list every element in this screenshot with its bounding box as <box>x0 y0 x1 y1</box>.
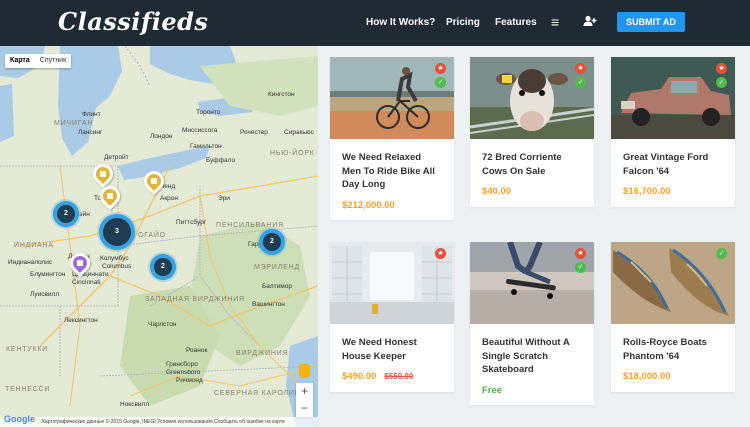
map-city-label: Сиракьюс <box>284 129 314 136</box>
map-city-label: Миссиссога <box>182 127 218 134</box>
listing-title[interactable]: We Need Relaxed Men To Ride Bike All Day… <box>330 151 454 192</box>
map-city-label: Гринсборо <box>166 361 198 368</box>
listing-card[interactable]: ★ ✓ We Need Relaxed Men To Ride Bike All… <box>330 57 454 220</box>
listing-price: Free <box>482 384 503 396</box>
map-city-label: Рочестер <box>240 129 268 136</box>
listing-image-skateboard[interactable]: ★ ✓ <box>470 242 594 324</box>
map-region-label: ПЕНСИЛЬВАНИЯ <box>216 222 284 229</box>
map-city-label: Лондон <box>150 133 173 140</box>
map-city-label: Columbus <box>102 263 132 270</box>
featured-star-icon: ★ <box>435 248 446 259</box>
listing-card[interactable]: ✓ Rolls-Royce Boats Phantom '64 $18,000.… <box>611 242 735 392</box>
map-city-label: Ричмонд <box>176 377 203 384</box>
map-region-label: МИЧИГАН <box>54 120 94 127</box>
map-region-label: МЭРИЛЕНД <box>254 264 301 271</box>
map-city-label: Колумбус <box>100 255 129 262</box>
map-city-label: Лансинг <box>78 129 103 136</box>
map-region-label: ИНДИАНА <box>14 242 54 249</box>
zoom-in-button[interactable]: + <box>296 383 313 400</box>
listing-image-boats[interactable]: ✓ <box>611 242 735 324</box>
listing-image-cow[interactable]: ★ ✓ <box>470 57 594 139</box>
map-city-label: Чарлстон <box>148 321 177 328</box>
map-city-label: Вашингтон <box>252 301 285 308</box>
original-price: $550.00 <box>384 372 414 381</box>
listings-map[interactable]: Карта Спутник МИЧИГАН ИНДИАНА ОГАЙО ПЕНС… <box>0 46 318 427</box>
hamburger-icon[interactable]: ≡ <box>551 14 559 30</box>
map-city-label: Балтимор <box>262 283 292 290</box>
map-city-label: Флинт <box>82 111 101 118</box>
map-region-label: ВИРДЖИНИЯ <box>236 350 289 357</box>
featured-star-icon: ★ <box>716 63 727 74</box>
map-city-label: Гамильтон <box>190 143 222 150</box>
add-user-icon[interactable] <box>583 14 597 30</box>
verified-check-icon: ✓ <box>716 248 727 259</box>
map-city-label: Акрон <box>160 195 178 202</box>
verified-check-icon: ✓ <box>575 77 586 88</box>
listing-image-cyclist[interactable]: ★ ✓ <box>330 57 454 139</box>
zoom-out-button[interactable]: − <box>296 400 313 417</box>
nav-features[interactable]: Features <box>495 17 537 28</box>
map-city-label: Greensboro <box>166 369 201 376</box>
map-cluster-marker[interactable]: 3 <box>99 214 135 250</box>
featured-star-icon: ★ <box>435 63 446 74</box>
map-city-label: Лексингтон <box>64 317 98 324</box>
current-price: $490.00 <box>342 371 377 382</box>
map-region-label: ОГАЙО <box>138 232 166 239</box>
map-region-label: ЗАПАДНАЯ ВИРДЖИНИЯ <box>145 296 245 303</box>
listing-price: $18,000.00 <box>623 371 671 382</box>
site-logo[interactable]: Classifieds <box>58 7 208 36</box>
map-region-label: НЬЮ-ЙОРК <box>270 150 315 157</box>
google-logo: Google <box>4 414 35 424</box>
map-city-label: Cincinnati <box>72 279 101 286</box>
map-city-label: Буффало <box>206 157 236 164</box>
street-view-pegman-icon[interactable] <box>299 364 310 378</box>
map-type-map-tab[interactable]: Карта <box>5 54 35 68</box>
listing-title[interactable]: Great Vintage Ford Falcon '64 <box>611 151 735 178</box>
verified-check-icon: ✓ <box>435 77 446 88</box>
map-city-label: Индианаполис <box>8 259 53 266</box>
listing-card[interactable]: ★ We Need Honest House Keeper $490.00 $55… <box>330 242 454 392</box>
listing-price: $212,000.00 <box>342 199 395 211</box>
listing-image-old-truck[interactable]: ★ ✓ <box>611 57 735 139</box>
map-city-label: Луисвилл <box>30 291 60 298</box>
map-city-label: Торонто <box>196 109 221 116</box>
listing-card[interactable]: ★ ✓ Beautiful Without A Single Scratch S… <box>470 242 594 405</box>
map-region-label: КЕНТУККИ <box>6 346 49 353</box>
verified-check-icon: ✓ <box>716 77 727 88</box>
listing-card[interactable]: ★ ✓ Great Vintage Ford Falcon '64 $16,70… <box>611 57 735 207</box>
map-type-control: Карта Спутник <box>5 54 72 68</box>
map-type-satellite-tab[interactable]: Спутник <box>35 54 71 68</box>
nav-pricing[interactable]: Pricing <box>446 17 480 28</box>
nav-how-it-works[interactable]: How It Works? <box>366 17 435 28</box>
map-city-label: Блумингтон <box>30 271 66 278</box>
map-cluster-marker[interactable]: 2 <box>53 201 79 227</box>
listing-title[interactable]: We Need Honest House Keeper <box>330 336 454 363</box>
listing-price: $40.00 <box>482 186 512 197</box>
map-city-label: Ноксвилл <box>120 401 150 408</box>
verified-check-icon: ✓ <box>575 262 586 273</box>
map-attribution: Картографические данные © 2015 Google, I… <box>0 417 318 427</box>
map-region-label: ТЕННЕССИ <box>5 386 51 393</box>
listing-price: $490.00 $550.00 <box>330 371 454 382</box>
listing-price: $16,700.00 <box>623 186 671 197</box>
top-navigation-bar: Classifieds How It Works? Pricing Featur… <box>0 0 750 46</box>
map-city-label: Детройт <box>104 154 129 161</box>
featured-star-icon: ★ <box>575 248 586 259</box>
listing-card[interactable]: ★ ✓ 72 Bred Corriente Cows On Sale $40.0… <box>470 57 594 207</box>
listing-title[interactable]: Rolls-Royce Boats Phantom '64 <box>611 336 735 363</box>
map-city-label: Питтсбург <box>176 219 207 226</box>
map-city-label: Роанок <box>186 347 208 354</box>
map-cluster-marker[interactable]: 2 <box>259 229 285 255</box>
map-zoom-control: + − <box>296 383 313 417</box>
map-city-label: Кингстон <box>268 91 295 98</box>
map-city-label: Эри <box>218 195 230 202</box>
listing-title[interactable]: 72 Bred Corriente Cows On Sale <box>470 151 594 178</box>
submit-ad-button[interactable]: SUBMIT AD <box>617 12 685 32</box>
listing-image-empty-room[interactable]: ★ <box>330 242 454 324</box>
featured-star-icon: ★ <box>575 63 586 74</box>
listing-title[interactable]: Beautiful Without A Single Scratch Skate… <box>470 336 594 377</box>
map-cluster-marker[interactable]: 2 <box>150 254 176 280</box>
map-region-label: СЕВЕРНАЯ КАРОЛИНА <box>214 390 307 397</box>
